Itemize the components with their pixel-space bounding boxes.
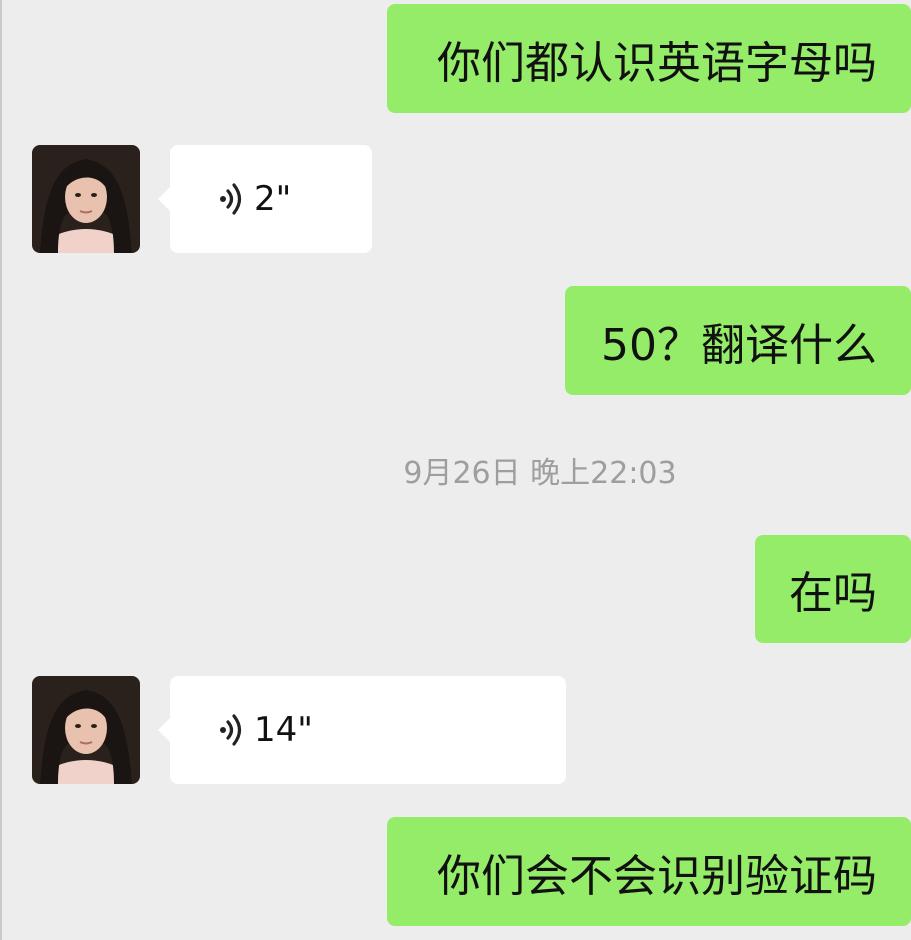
incoming-voice-bubble[interactable]: 2" [158, 145, 372, 253]
outgoing-message-bubble[interactable]: 你们会不会识别验证码 [387, 817, 911, 926]
message-text: 你们都认识英语字母吗 [437, 37, 877, 89]
voice-duration: 2" [254, 179, 292, 219]
outgoing-message-bubble[interactable]: 你们都认识英语字母吗 [387, 4, 911, 113]
avatar-photo [32, 145, 140, 253]
message-text: 你们会不会识别验证码 [437, 850, 877, 902]
voice-wave-icon [218, 713, 248, 747]
outgoing-message-bubble[interactable]: 在吗 [755, 535, 911, 643]
voice-wave-icon [218, 182, 248, 216]
contact-avatar[interactable] [32, 145, 140, 253]
message-text: 在吗 [789, 568, 877, 619]
avatar-photo [32, 676, 140, 784]
voice-duration: 14" [254, 710, 313, 750]
message-text: 50？翻译什么 [601, 319, 877, 371]
chat-timestamp: 9月26日 晚上22:03 [403, 456, 677, 491]
incoming-voice-bubble[interactable]: 14" [158, 676, 566, 784]
outgoing-message-bubble[interactable]: 50？翻译什么 [565, 286, 911, 395]
contact-avatar[interactable] [32, 676, 140, 784]
